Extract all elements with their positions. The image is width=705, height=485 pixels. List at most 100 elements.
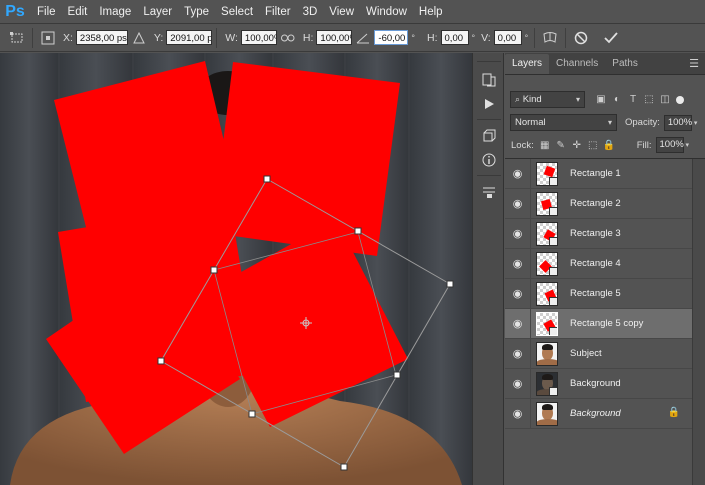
history-icon[interactable] <box>479 71 499 89</box>
eye-icon[interactable]: ◉ <box>505 308 531 339</box>
layer-name: Background <box>570 378 621 389</box>
lock-all-icon[interactable]: 🔒 <box>601 138 617 152</box>
divider <box>216 27 218 48</box>
play-action-icon[interactable] <box>479 95 499 113</box>
height-field[interactable]: 100,00% <box>316 30 353 45</box>
eye-icon[interactable]: ◉ <box>505 338 531 369</box>
degree-unit: ° <box>411 32 416 43</box>
document-canvas[interactable] <box>0 53 472 485</box>
layer-thumbnail <box>536 221 558 246</box>
menu-view[interactable]: View <box>323 0 360 24</box>
layer-row[interactable]: ◉ Rectangle 1 <box>505 158 692 189</box>
layer-thumbnail <box>536 341 558 366</box>
link-icon[interactable] <box>277 28 299 48</box>
vertical-skew-field[interactable]: 0,00 <box>493 30 522 45</box>
red-rectangle-2 <box>212 62 400 256</box>
blend-row: Normal ▾ Opacity: 100% ▾ <box>505 114 705 131</box>
properties-icon[interactable] <box>479 183 499 201</box>
menu-file[interactable]: File <box>31 0 62 24</box>
menu-edit[interactable]: Edit <box>62 0 94 24</box>
cancel-transform-icon[interactable] <box>570 28 592 48</box>
layers-scrollbar[interactable] <box>692 159 705 485</box>
layer-thumbnail <box>536 281 558 306</box>
layer-filter-row: ⌕ Kind ▾ ▣ ◐ T ⬚ ◫ <box>505 91 705 108</box>
layer-name: Background <box>570 408 621 419</box>
transform-handle[interactable] <box>393 371 401 379</box>
commit-transform-icon[interactable] <box>600 28 622 48</box>
layer-row[interactable]: ◉ Background <box>505 368 692 399</box>
angle-icon <box>352 28 374 48</box>
relative-position-icon[interactable] <box>128 28 150 48</box>
blend-mode-select[interactable]: Normal ▾ <box>510 114 617 131</box>
lock-artboard-icon[interactable]: ⬚ <box>585 138 601 152</box>
chevron-down-icon[interactable]: ▾ <box>686 141 690 149</box>
transform-handle[interactable] <box>354 227 362 235</box>
menu-help[interactable]: Help <box>413 0 449 24</box>
x-label: X: <box>63 31 73 44</box>
menu-3d[interactable]: 3D <box>297 0 324 24</box>
pixel-filter-icon[interactable]: ▣ <box>593 93 609 107</box>
lock-transparent-icon[interactable]: ▦ <box>537 138 553 152</box>
menu-window[interactable]: Window <box>360 0 413 24</box>
layer-row-selected[interactable]: ◉ Rectangle 5 copy <box>505 308 692 339</box>
eye-icon[interactable]: ◉ <box>505 188 531 219</box>
fill-field[interactable]: 100% <box>655 137 684 153</box>
lock-label: Lock: <box>511 139 534 151</box>
warp-icon[interactable] <box>539 28 561 48</box>
layer-row[interactable]: ◉ Rectangle 5 <box>505 278 692 309</box>
info-icon[interactable] <box>479 151 499 169</box>
panel-tabs: Layers Channels Paths ☰ <box>505 53 705 75</box>
layer-row[interactable]: ◉ Rectangle 2 <box>505 188 692 219</box>
chevron-down-icon: ▾ <box>607 118 612 127</box>
reference-point-icon[interactable] <box>37 28 59 48</box>
smart-object-filter-icon[interactable]: ◫ <box>657 93 673 107</box>
menu-type[interactable]: Type <box>178 0 215 24</box>
layer-name: Rectangle 5 copy <box>570 318 644 329</box>
lock-image-icon[interactable]: ✎ <box>553 138 569 152</box>
menu-layer[interactable]: Layer <box>137 0 178 24</box>
tab-channels[interactable]: Channels <box>549 54 605 74</box>
chevron-down-icon[interactable]: ▾ <box>694 119 698 127</box>
tab-paths[interactable]: Paths <box>605 54 645 74</box>
layer-row[interactable]: ◉ Rectangle 4 <box>505 248 692 279</box>
layer-row[interactable]: ◉ Rectangle 3 <box>505 218 692 249</box>
x-field[interactable]: 2358,00 ps <box>75 30 128 45</box>
opacity-field[interactable]: 100% <box>663 114 692 131</box>
degree-unit: ° <box>524 32 529 43</box>
menu-image[interactable]: Image <box>93 0 137 24</box>
rotation-angle-field[interactable]: -60,00 <box>374 30 409 45</box>
adjustment-filter-icon[interactable]: ◐ <box>609 93 625 107</box>
horizontal-skew-field[interactable]: 0,00 <box>440 30 469 45</box>
lock-position-icon[interactable]: ✛ <box>569 138 585 152</box>
transform-handle[interactable] <box>248 410 256 418</box>
layers-panel: Layers Channels Paths ☰ ⌕ Kind ▾ ▣ ◐ T ⬚… <box>505 53 705 485</box>
eye-icon[interactable]: ◉ <box>505 398 531 429</box>
panel-menu-icon[interactable]: ☰ <box>689 57 699 70</box>
eye-icon[interactable]: ◉ <box>505 218 531 249</box>
filter-kind-select[interactable]: ⌕ Kind ▾ <box>510 91 585 108</box>
panel-dock-strip <box>472 53 504 485</box>
transform-handle[interactable] <box>340 463 348 471</box>
eye-icon[interactable]: ◉ <box>505 248 531 279</box>
eye-icon[interactable]: ◉ <box>505 368 531 399</box>
type-filter-icon[interactable]: T <box>625 93 641 107</box>
menu-select[interactable]: Select <box>215 0 259 24</box>
transform-handle[interactable] <box>446 280 454 288</box>
layer-row[interactable]: ◉ Subject <box>505 338 692 369</box>
y-field[interactable]: 2091,00 ps <box>166 30 213 45</box>
transform-tool-icon[interactable] <box>6 28 28 48</box>
eye-icon[interactable]: ◉ <box>505 158 531 189</box>
menu-filter[interactable]: Filter <box>259 0 297 24</box>
width-field[interactable]: 100,00% <box>240 30 277 45</box>
layer-name: Rectangle 4 <box>570 258 621 269</box>
shape-filter-icon[interactable]: ⬚ <box>641 93 657 107</box>
layer-row[interactable]: ◉ Background 🔒 <box>505 398 692 429</box>
transform-handle[interactable] <box>210 266 218 274</box>
transform-handle[interactable] <box>263 175 271 183</box>
transform-handle[interactable] <box>157 357 165 365</box>
tab-layers[interactable]: Layers <box>505 54 550 74</box>
divider <box>477 175 501 176</box>
3d-cube-icon[interactable] <box>479 127 499 145</box>
eye-icon[interactable]: ◉ <box>505 278 531 309</box>
filter-toggle-icon[interactable] <box>676 95 684 104</box>
